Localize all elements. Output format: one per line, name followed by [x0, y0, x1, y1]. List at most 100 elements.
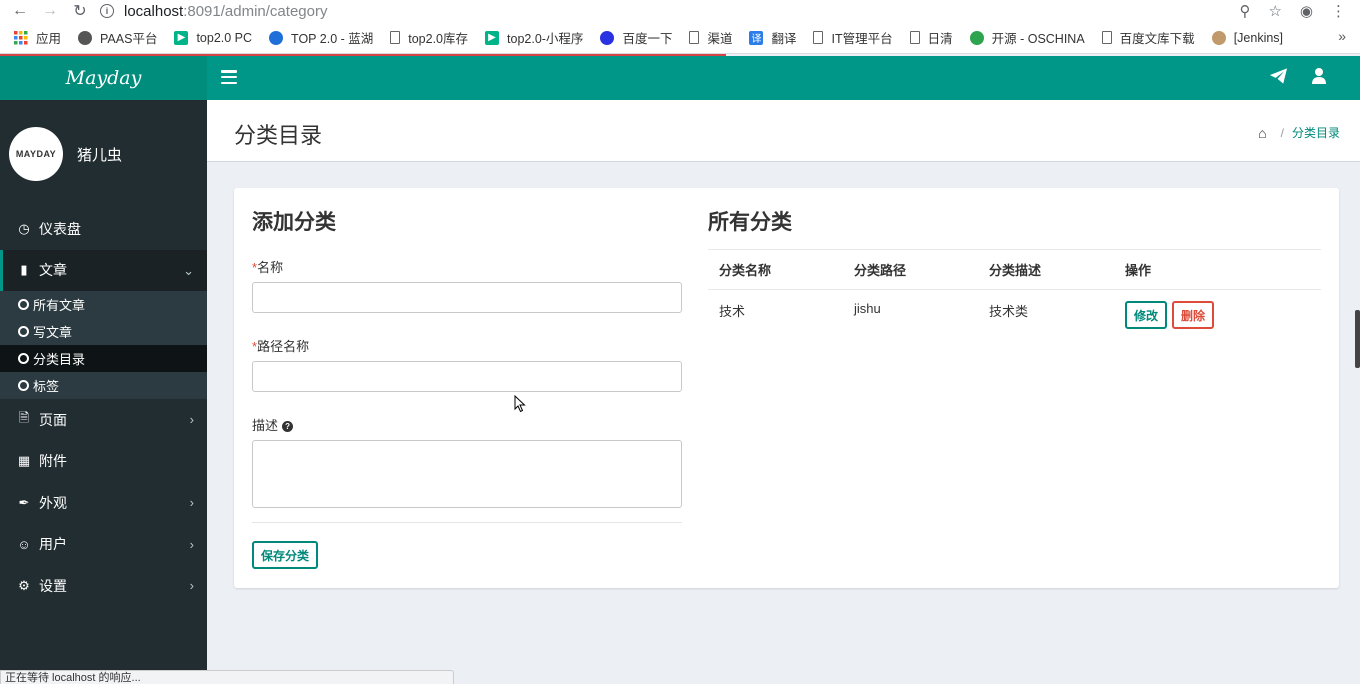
name-input[interactable]: [252, 282, 682, 313]
image-icon: ▦: [17, 453, 31, 469]
delete-button[interactable]: 删除: [1172, 301, 1215, 329]
name-label-text: 名称: [257, 260, 284, 275]
bookmark-item[interactable]: [Jenkins]: [1211, 30, 1283, 45]
info-icon[interactable]: i: [100, 4, 114, 18]
bookmark-item[interactable]: 渠道: [689, 28, 732, 47]
sidebar-item-settings[interactable]: ⚙ 设置 ›: [0, 565, 207, 607]
column-header: 分类描述: [989, 263, 1042, 278]
path-label-text: 路径名称: [257, 339, 310, 354]
reload-icon[interactable]: ↻: [70, 1, 90, 21]
bookmark-item[interactable]: 应用: [14, 28, 61, 47]
bookmark-item[interactable]: top2.0库存: [390, 28, 468, 47]
chevron-right-icon: ›: [189, 536, 194, 552]
sidebar-subitem-categories[interactable]: 分类目录: [0, 345, 207, 372]
bookmark-item[interactable]: 百度文库下载: [1101, 28, 1195, 47]
lanhu-icon: [269, 30, 284, 45]
save-category-button[interactable]: 保存分类: [252, 541, 318, 569]
page-title: 分类目录: [234, 123, 323, 148]
sidebar-item-label: 设置: [39, 577, 67, 594]
sidebar-item-articles[interactable]: ▮ 文章 ⌄: [0, 249, 207, 291]
address-bar[interactable]: i localhost:8091/admin/category: [100, 0, 1239, 22]
path-input[interactable]: [252, 361, 682, 392]
gear-icon: ⚙: [18, 577, 30, 593]
actions-cell: 修改 删除: [1114, 301, 1321, 329]
zoom-icon[interactable]: ⚲: [1239, 2, 1250, 20]
back-icon[interactable]: ←: [10, 1, 30, 21]
description-textarea[interactable]: [252, 440, 682, 508]
edit-button[interactable]: 修改: [1125, 301, 1168, 329]
avatar[interactable]: MAYDAY: [9, 127, 63, 181]
baidu-icon: [600, 30, 615, 45]
sidebar-subitem-tags[interactable]: 标签: [0, 372, 207, 399]
bookmark-item[interactable]: ▶ top2.0-小程序: [485, 28, 583, 47]
sidebar-item-appearance[interactable]: ✒ 外观 ›: [0, 482, 207, 524]
bookmark-label: PAAS平台: [100, 32, 158, 46]
add-category-title: 添加分类: [252, 211, 336, 234]
table-header-row: 分类名称 分类路径 分类描述 操作: [708, 249, 1321, 289]
chevron-right-icon: ›: [189, 495, 194, 510]
bookmark-label: 应用: [36, 32, 62, 46]
breadcrumb-current[interactable]: 分类目录: [1292, 124, 1340, 141]
sidebar-subitem-label: 标签: [33, 379, 60, 394]
top-navbar: [207, 56, 1360, 100]
sidebar-subitem-all-articles[interactable]: 所有文章: [0, 291, 207, 318]
sidebar-item-users[interactable]: ☺ 用户 ›: [0, 524, 207, 566]
bookmark-label: top2.0库存: [408, 32, 469, 46]
home-icon[interactable]: ⌂: [1258, 125, 1266, 141]
account-icon[interactable]: ◉: [1300, 2, 1313, 20]
desc-label: 描述?: [252, 415, 294, 434]
bookmarks-more-icon[interactable]: »: [1338, 28, 1346, 44]
apps-icon: [14, 30, 28, 45]
doc-icon: [1101, 31, 1112, 44]
dashboard-icon: ◷: [18, 220, 30, 236]
column-header: 分类路径: [854, 263, 907, 278]
user-icon[interactable]: [1312, 67, 1326, 89]
desc-label-text: 描述: [252, 418, 279, 433]
circle-icon: [18, 353, 29, 364]
translate-icon: 译: [749, 30, 764, 45]
bookmark-item[interactable]: 百度一下: [600, 28, 672, 47]
bookmark-item[interactable]: 译翻译: [749, 28, 796, 47]
bookmark-item[interactable]: 开源 - OSCHINA: [969, 28, 1085, 47]
bookmark-label: 百度文库下载: [1119, 32, 1195, 46]
bookmark-label: 百度一下: [622, 32, 673, 46]
sidebar-item-attachments[interactable]: ▦ 附件: [0, 441, 207, 483]
category-path-cell: jishu: [854, 301, 881, 316]
divider: [252, 522, 682, 523]
chevron-right-icon: ›: [189, 578, 194, 593]
bookmark-label: 开源 - OSCHINA: [991, 32, 1085, 46]
forward-icon[interactable]: →: [40, 1, 60, 21]
url-path: :8091/admin/category: [183, 2, 328, 20]
star-icon[interactable]: ☆: [1268, 2, 1281, 20]
sidebar-item-label: 仪表盘: [39, 220, 81, 237]
bookmark-item[interactable]: ▶ top2.0 PC: [174, 30, 253, 45]
sidebar-subitem-label: 分类目录: [33, 352, 86, 367]
category-name-cell: 技术: [719, 304, 746, 319]
loading-progress: [0, 54, 726, 56]
app-logo[interactable]: Mayday: [0, 56, 207, 100]
menu-icon[interactable]: ⋮: [1331, 2, 1346, 20]
path-label: *路径名称: [252, 336, 309, 355]
sidebar-toggle-icon[interactable]: [221, 70, 237, 84]
bookmark-item[interactable]: PAAS平台: [78, 28, 157, 47]
sidebar-item-pages[interactable]: 🗎 页面 ›: [0, 399, 207, 441]
circle-icon: [18, 380, 29, 391]
bookmark-label: 日清: [927, 32, 953, 46]
bookmark-item[interactable]: TOP 2.0 - 蓝湖: [269, 28, 373, 47]
scrollbar-thumb[interactable]: [1355, 310, 1360, 368]
bookmark-item[interactable]: IT管理平台: [813, 28, 893, 47]
circle-icon: [18, 326, 29, 337]
all-categories-title: 所有分类: [708, 211, 792, 234]
sidebar-item-dashboard[interactable]: ◷ 仪表盘: [0, 208, 207, 250]
bookmark-item[interactable]: 日清: [909, 28, 953, 47]
play-icon: ▶: [485, 30, 500, 45]
paper-plane-icon[interactable]: [1269, 67, 1288, 90]
mouse-cursor-icon: [514, 395, 526, 413]
bookmark-label: 翻译: [771, 32, 797, 46]
url-host: localhost: [124, 2, 184, 20]
question-circle-icon[interactable]: ?: [282, 421, 294, 432]
bookmark-label: top2.0 PC: [196, 30, 253, 45]
status-bar: 正在等待 localhost 的响应...: [0, 670, 454, 684]
sidebar-subitem-write-article[interactable]: 写文章: [0, 318, 207, 345]
sidebar-item-label: 附件: [39, 453, 67, 470]
